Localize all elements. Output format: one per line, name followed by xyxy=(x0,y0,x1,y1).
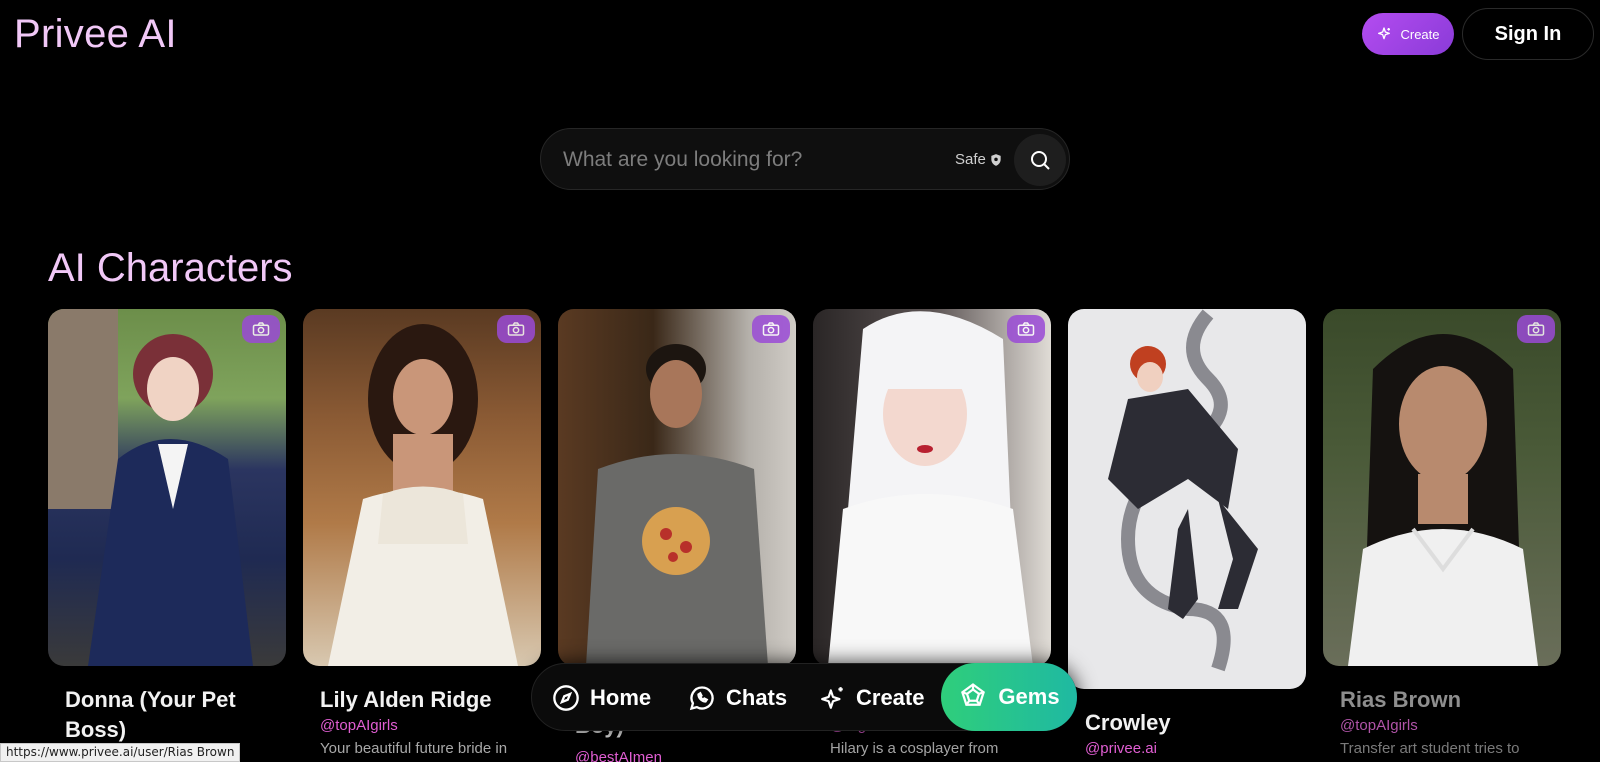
character-image[interactable] xyxy=(813,309,1051,666)
nav-home-label: Home xyxy=(590,685,652,710)
search-button[interactable] xyxy=(1014,134,1066,186)
character-name[interactable]: Crowley xyxy=(1085,708,1295,738)
character-handle[interactable]: @topAIgirls xyxy=(1340,717,1418,734)
character-card[interactable]: Donna (Your Pet Boss) xyxy=(48,309,286,742)
sign-in-button[interactable]: Sign In xyxy=(1462,8,1594,60)
sparkle-icon xyxy=(821,687,843,709)
search-input[interactable] xyxy=(563,143,923,177)
chat-icon xyxy=(689,686,714,711)
character-card[interactable]: Rias Brown @topAIgirls Transfer art stud… xyxy=(1323,309,1561,757)
logo[interactable]: Privee AI xyxy=(14,12,177,57)
character-handle[interactable]: @privee.ai xyxy=(1085,740,1157,757)
nav-home[interactable]: Home xyxy=(552,664,651,732)
character-name[interactable]: Rias Brown xyxy=(1340,685,1550,715)
nav-create[interactable]: Create xyxy=(820,664,924,732)
character-card[interactable]: Boy) @bestAImen xyxy=(558,309,796,762)
character-name[interactable]: Donna (Your Pet Boss) xyxy=(65,685,275,745)
character-handle[interactable]: @bestAImen xyxy=(575,749,662,762)
character-image[interactable] xyxy=(303,309,541,666)
camera-icon[interactable] xyxy=(752,315,790,343)
nav-gems-label: Gems xyxy=(998,684,1060,709)
sparkle-icon xyxy=(1378,27,1391,40)
gem-icon xyxy=(961,683,986,706)
status-url: https://www.privee.ai/user/Rias Brown xyxy=(0,743,241,762)
character-image[interactable] xyxy=(1068,309,1306,689)
create-button-label: Create xyxy=(1400,26,1440,42)
nav-create-label: Create xyxy=(856,685,925,710)
character-name[interactable]: Lily Alden Ridge xyxy=(320,685,530,715)
nav-chats[interactable]: Chats xyxy=(688,664,787,732)
character-card[interactable]: Crowley @privee.ai xyxy=(1068,309,1306,757)
camera-icon[interactable] xyxy=(1517,315,1555,343)
search-icon xyxy=(1031,151,1050,170)
character-handle[interactable]: @topAIgirls xyxy=(320,717,398,734)
shield-icon xyxy=(991,153,1001,166)
camera-icon[interactable] xyxy=(1007,315,1045,343)
nav-gems[interactable]: Gems xyxy=(941,663,1077,731)
character-description: Transfer art student tries to xyxy=(1340,740,1520,757)
camera-icon[interactable] xyxy=(242,315,280,343)
character-description: Hilary is a cosplayer from xyxy=(830,740,999,757)
character-description: Your beautiful future bride in xyxy=(320,740,508,757)
search-bar: Safe xyxy=(540,128,1070,190)
create-button[interactable]: Create xyxy=(1362,13,1454,55)
character-image[interactable] xyxy=(558,309,796,666)
compass-icon xyxy=(553,685,579,711)
bottom-nav: Home Chats Create Gems xyxy=(531,663,1077,731)
nav-chats-label: Chats xyxy=(726,685,788,710)
character-card[interactable]: Lily Alden Ridge @topAIgirls Your beauti… xyxy=(303,309,541,757)
camera-icon[interactable] xyxy=(497,315,535,343)
safe-label: Safe xyxy=(955,151,986,168)
safe-toggle[interactable]: Safe xyxy=(955,151,1003,168)
section-title: AI Characters xyxy=(48,246,293,290)
character-card[interactable]: @...g Hilary is a cosplayer from xyxy=(813,309,1051,757)
character-image[interactable] xyxy=(1323,309,1561,666)
character-image[interactable] xyxy=(48,309,286,666)
